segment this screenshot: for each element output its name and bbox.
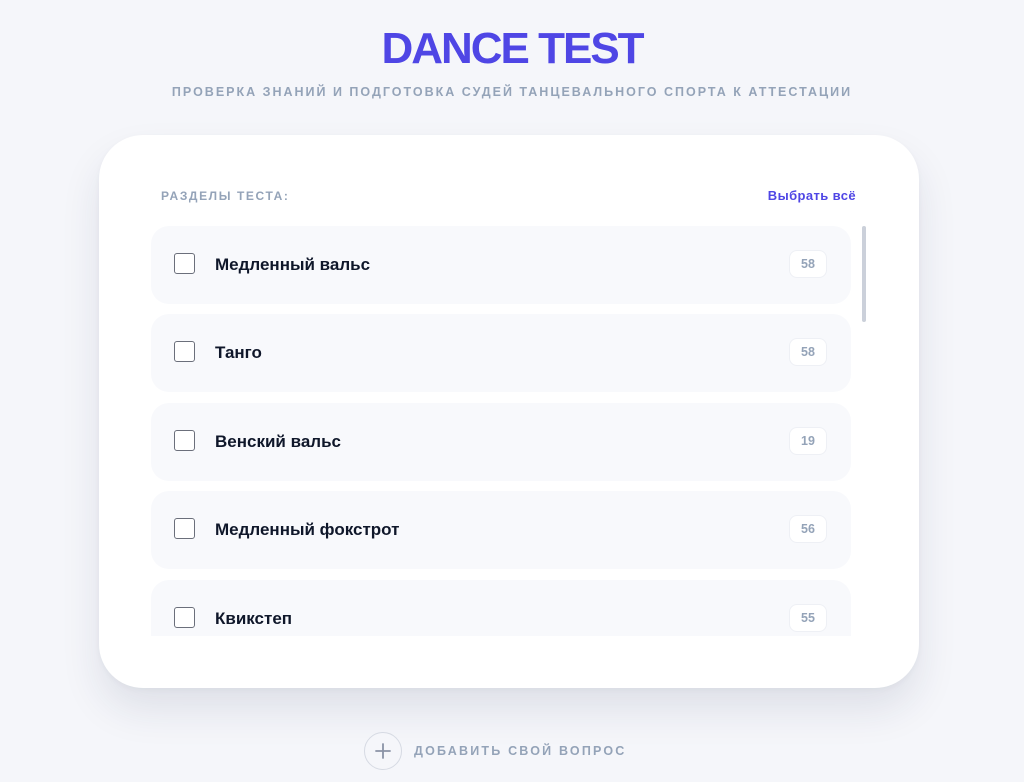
question-count-badge: 55 xyxy=(789,604,827,632)
question-count-badge: 58 xyxy=(789,250,827,278)
section-label: Медленный вальс xyxy=(215,255,371,274)
sections-card: РАЗДЕЛЫ ТЕСТА: Выбрать всё Медленный вал… xyxy=(99,135,919,688)
section-checkbox[interactable] xyxy=(174,341,195,362)
section-row-viennese-waltz[interactable]: Венский вальс 19 xyxy=(151,403,851,481)
section-label: Квикстеп xyxy=(215,609,293,628)
select-all-link[interactable]: Выбрать всё xyxy=(768,188,856,203)
section-label: Венский вальс xyxy=(215,432,341,451)
add-question-button[interactable]: ДОБАВИТЬ СВОЙ ВОПРОС xyxy=(364,730,627,772)
section-row-slow-foxtrot[interactable]: Медленный фокстрот 56 xyxy=(151,491,851,569)
section-label: Медленный фокстрот xyxy=(215,520,400,539)
section-row-quickstep[interactable]: Квикстеп 55 xyxy=(151,580,851,636)
section-row-tango[interactable]: Танго 58 xyxy=(151,314,851,392)
app-subtitle: ПРОВЕРКА ЗНАНИЙ И ПОДГОТОВКА СУДЕЙ ТАНЦЕ… xyxy=(171,85,853,99)
question-count-badge: 58 xyxy=(789,338,827,366)
question-count-badge: 56 xyxy=(789,515,827,543)
sections-label: РАЗДЕЛЫ ТЕСТА: xyxy=(161,189,290,203)
sections-list: Медленный вальс 58 Танго 58 Венский валь… xyxy=(151,226,851,636)
plus-icon[interactable] xyxy=(364,732,402,770)
section-checkbox[interactable] xyxy=(174,518,195,539)
scrollbar-thumb[interactable] xyxy=(862,226,866,322)
section-checkbox[interactable] xyxy=(174,607,195,628)
list-scrollbar[interactable] xyxy=(861,226,867,636)
add-question-label: ДОБАВИТЬ СВОЙ ВОПРОС xyxy=(414,744,627,758)
question-count-badge: 19 xyxy=(789,427,827,455)
section-checkbox[interactable] xyxy=(174,430,195,451)
section-row-slow-waltz[interactable]: Медленный вальс 58 xyxy=(151,226,851,304)
section-label: Танго xyxy=(215,343,262,362)
app-title: DANCE TEST xyxy=(381,24,644,73)
section-checkbox[interactable] xyxy=(174,253,195,274)
